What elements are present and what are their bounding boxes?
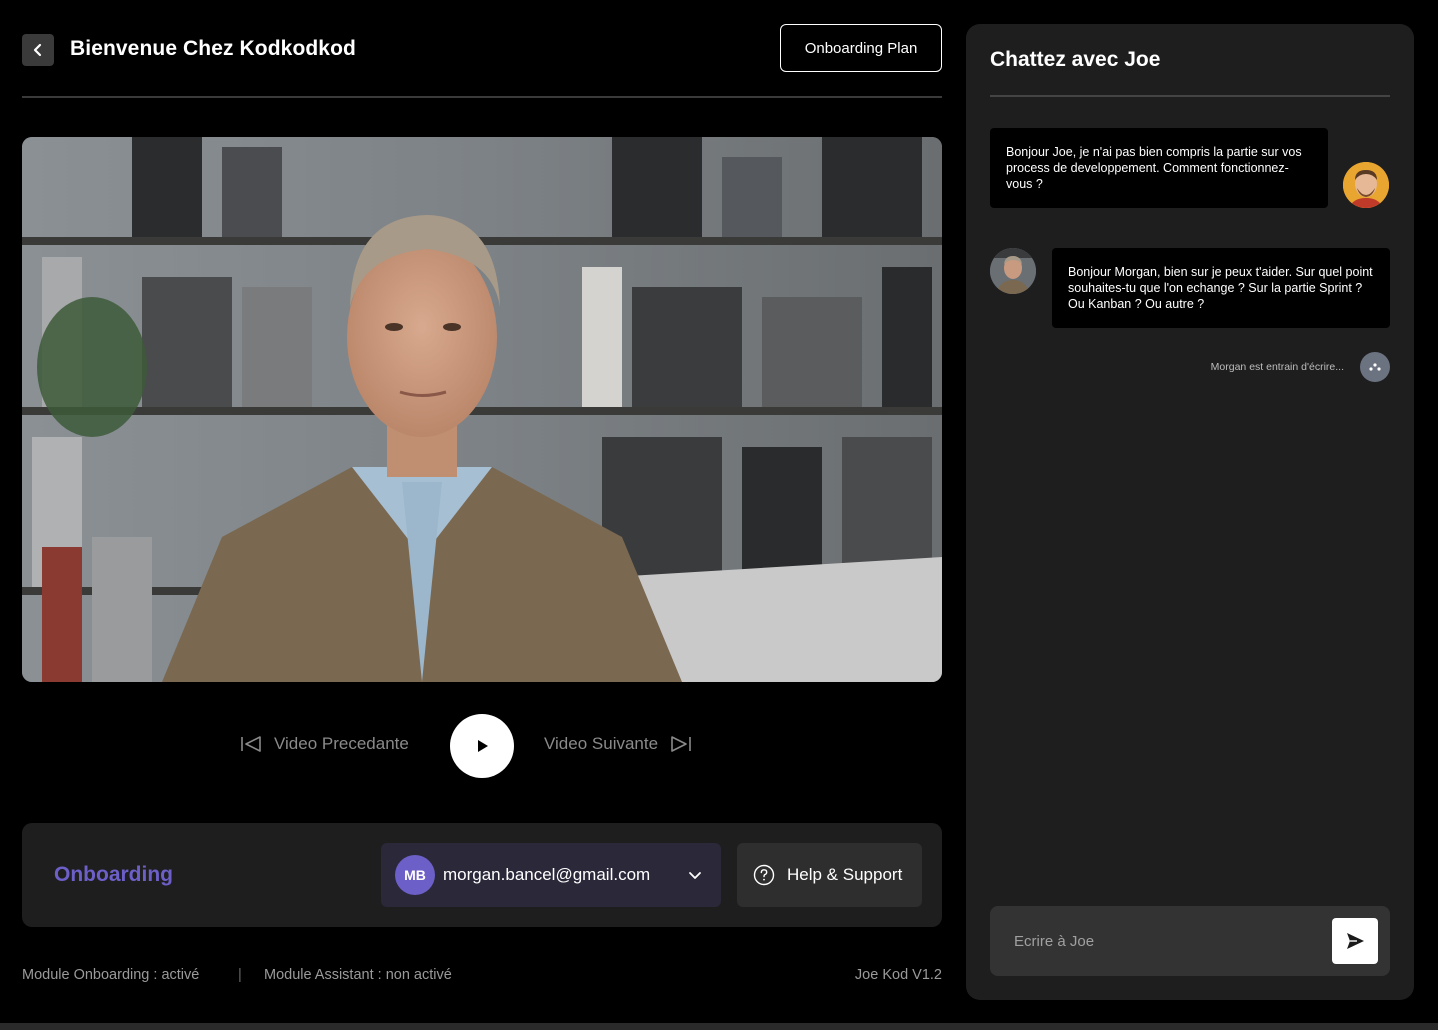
typing-avatar	[1360, 352, 1390, 382]
send-button[interactable]	[1332, 918, 1378, 964]
user-avatar	[1343, 162, 1389, 208]
skip-forward-icon	[671, 736, 691, 752]
chevron-down-icon	[689, 872, 701, 879]
play-icon	[478, 740, 488, 752]
module-onboarding-status: Module Onboarding : activé	[22, 967, 200, 983]
chat-input-container	[990, 906, 1390, 976]
chat-input[interactable]	[990, 906, 1320, 976]
help-icon	[753, 864, 775, 886]
page-title: Bienvenue Chez Kodkodkod	[70, 37, 356, 60]
onboarding-card: Onboarding MB morgan.bancel@gmail.com He…	[22, 823, 942, 927]
header: Bienvenue Chez Kodkodkod Onboarding Plan	[22, 24, 942, 96]
account-email: morgan.bancel@gmail.com	[443, 865, 651, 884]
onboarding-label: Onboarding	[54, 863, 173, 886]
video-player[interactable]	[22, 137, 942, 682]
video-controls: Video Precedante Video Suivante	[240, 714, 710, 778]
next-video-label: Video Suivante	[544, 734, 659, 753]
skip-back-icon	[241, 736, 261, 752]
joe-avatar	[990, 248, 1036, 294]
module-assistant-status: Module Assistant : non activé	[264, 967, 452, 983]
send-icon	[1347, 933, 1364, 949]
chevron-left-icon	[33, 43, 42, 57]
next-video-button[interactable]: Video Suivante	[544, 734, 692, 754]
chat-message-user: Bonjour Joe, je n'ai pas bien compris la…	[990, 128, 1328, 208]
back-button[interactable]	[22, 34, 54, 66]
onboarding-plan-button[interactable]: Onboarding Plan	[780, 24, 942, 72]
previous-video-button[interactable]: Video Precedante	[240, 734, 409, 754]
avatar: MB	[395, 855, 435, 895]
chat-message-joe: Bonjour Morgan, bien sur je peux t'aider…	[1052, 248, 1390, 328]
footer-separator: |	[238, 967, 242, 983]
account-selector[interactable]: MB morgan.bancel@gmail.com	[381, 843, 721, 907]
play-button[interactable]	[450, 714, 514, 778]
video-frame-image	[22, 137, 942, 682]
chat-panel: Chattez avec Joe Bonjour Joe, je n'ai pa…	[966, 24, 1414, 1000]
bottom-strip	[0, 1023, 1438, 1030]
version-label: Joe Kod V1.2	[854, 967, 942, 983]
previous-video-label: Video Precedante	[274, 734, 409, 753]
footer: Module Onboarding : activé | Module Assi…	[22, 967, 942, 987]
typing-indicator: Morgan est entrain d'écrire...	[1210, 361, 1344, 373]
chat-title: Chattez avec Joe	[990, 48, 1161, 71]
header-divider	[22, 96, 942, 98]
help-support-label: Help & Support	[787, 865, 903, 884]
help-support-button[interactable]: Help & Support	[737, 843, 922, 907]
chat-divider	[990, 95, 1390, 97]
